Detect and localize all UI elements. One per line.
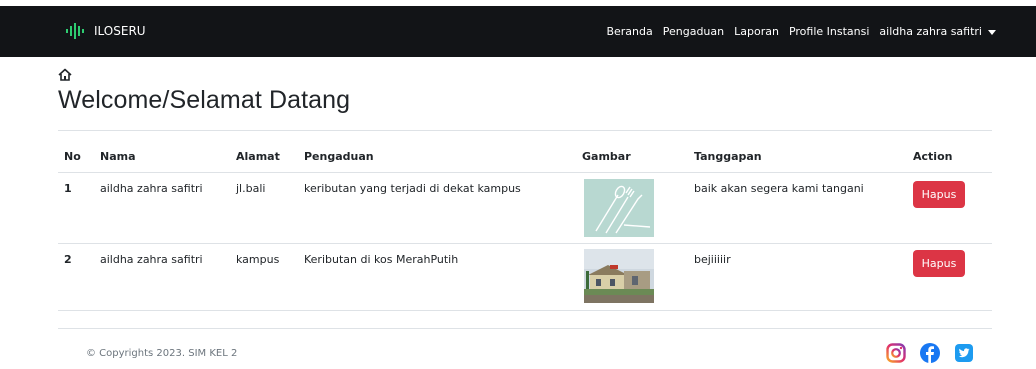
navbar: ILOSERU Beranda Pengaduan Laporan Profil… [0,6,1036,57]
cell-pengaduan: keributan yang terjadi di dekat kampus [304,182,521,195]
cell-no: 2 [64,253,72,266]
delete-button[interactable]: Hapus [913,250,965,277]
complaint-image-building [584,249,654,303]
delete-button[interactable]: Hapus [913,181,965,208]
cell-alamat: kampus [236,253,280,266]
page-title: Welcome/Selamat Datang [58,86,351,114]
column-header-gambar: Gambar [582,150,631,163]
user-dropdown[interactable]: aildha zahra safitri [879,25,996,38]
footer-divider [58,328,992,329]
column-header-no: No [64,150,81,163]
table-row: 2 aildha zahra safitri kampus Keributan … [58,244,992,310]
cell-alamat: jl.bali [236,182,266,195]
cell-nama: aildha zahra safitri [100,182,203,195]
table-row: 1 aildha zahra safitri jl.bali keributan… [58,173,992,243]
column-header-tanggapan: Tanggapan [694,150,762,163]
nav-menu: Beranda Pengaduan Laporan Profile Instan… [606,25,996,38]
nav-item-laporan[interactable]: Laporan [734,25,779,38]
sound-wave-icon [66,23,84,39]
brand-name: ILOSERU [94,24,146,38]
user-name: aildha zahra safitri [879,25,982,38]
column-header-pengaduan: Pengaduan [304,150,374,163]
column-header-nama: Nama [100,150,136,163]
home-icon[interactable] [58,68,72,81]
facebook-icon[interactable] [920,343,940,363]
nav-item-beranda[interactable]: Beranda [606,25,652,38]
title-divider [58,130,992,131]
complaint-image-cutlery [584,179,654,237]
cell-nama: aildha zahra safitri [100,253,203,266]
cell-pengaduan: Keributan di kos MerahPutih [304,253,459,266]
row-divider [58,310,992,311]
cell-tanggapan: bejiiiiir [694,253,731,266]
brand[interactable]: ILOSERU [66,23,146,39]
column-header-action: Action [913,150,953,163]
footer-copyright: © Copyrights 2023. SIM KEL 2 [86,348,238,359]
instagram-icon[interactable] [886,343,906,363]
column-header-alamat: Alamat [236,150,280,163]
nav-item-profile-instansi[interactable]: Profile Instansi [789,25,869,38]
twitter-icon[interactable] [954,343,974,363]
cell-tanggapan: baik akan segera kami tangani [694,182,864,195]
social-links [886,343,974,363]
cell-no: 1 [64,182,72,195]
nav-item-pengaduan[interactable]: Pengaduan [663,25,724,38]
caret-down-icon [988,29,996,35]
